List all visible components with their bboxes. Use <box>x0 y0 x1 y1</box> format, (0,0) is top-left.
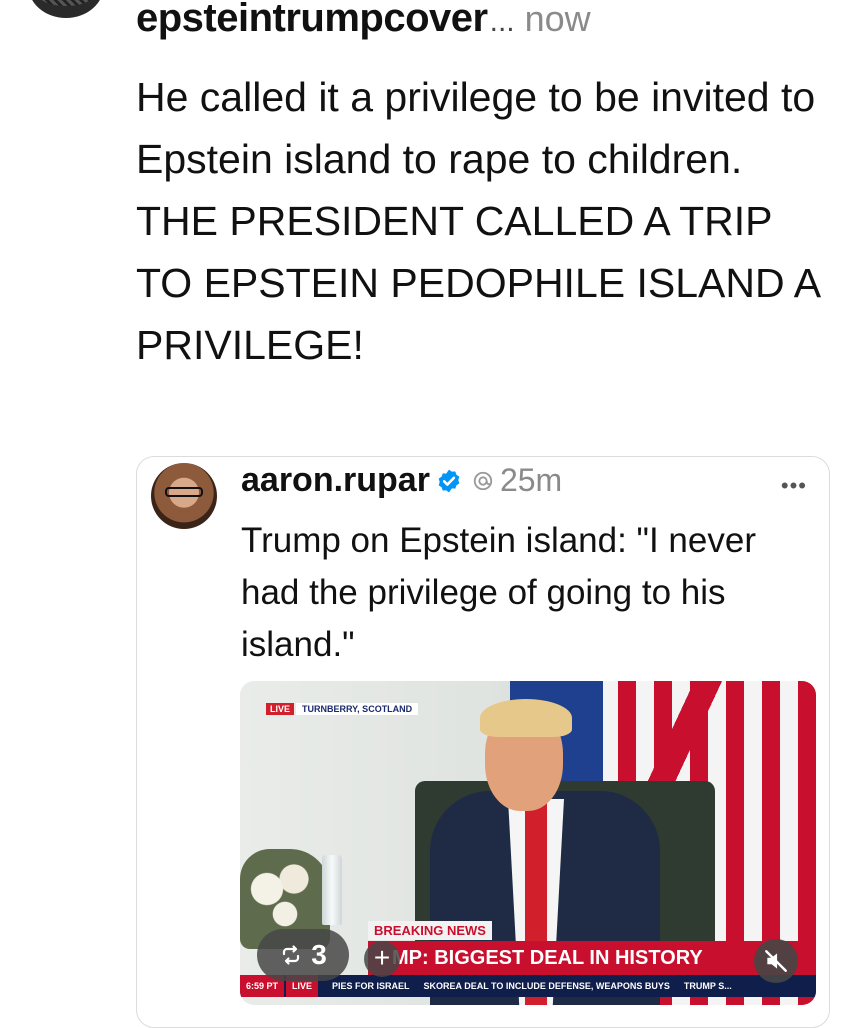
headline-text: MP: BIGGEST DEAL IN HISTORY <box>392 946 703 969</box>
threads-icon <box>473 471 493 490</box>
post-paragraph-2: THE PRESIDENT CALLED A TRIP TO EPSTEIN P… <box>136 198 819 368</box>
mute-button[interactable] <box>754 939 798 983</box>
location-label: TURNBERRY, SCOTLAND <box>296 703 419 715</box>
video-player[interactable]: LIVE TURNBERRY, SCOTLAND BREAKING NEWS M… <box>240 681 816 1005</box>
quoted-post-card[interactable]: aaron.rupar 25m ••• Trump on Epstein isl… <box>136 456 830 1028</box>
quoted-timestamp: 25m <box>499 462 563 498</box>
username-truncation: ... <box>489 5 515 38</box>
live-location-tag: LIVE TURNBERRY, SCOTLAND <box>266 703 419 715</box>
ticker-item: SKOREA DEAL TO INCLUDE DEFENSE, WEAPONS … <box>423 981 670 991</box>
post-text: He called it a privilege to be invited t… <box>136 66 836 376</box>
avatar-glasses <box>165 487 203 497</box>
quoted-post-header: aaron.rupar 25m <box>241 461 562 500</box>
post-timestamp: now <box>524 0 591 39</box>
repost-button[interactable]: 3 <box>257 929 349 981</box>
ticker-item: PIES FOR ISRAEL <box>332 981 410 991</box>
verified-icon <box>438 469 460 492</box>
headline-bar: MP: BIGGEST DEAL IN HISTORY <box>368 941 816 975</box>
post-paragraph-1: He called it a privilege to be invited t… <box>136 74 816 182</box>
quoted-username[interactable]: aaron.rupar <box>241 461 430 500</box>
quoted-post-text: Trump on Epstein island: "I never had th… <box>241 521 756 664</box>
speaker-muted-icon <box>765 950 787 972</box>
post-header: epsteintrumpcover ... now <box>136 0 591 44</box>
breaking-news-label: BREAKING NEWS <box>368 921 492 940</box>
author-avatar[interactable] <box>28 0 104 18</box>
post-username[interactable]: epsteintrumpcover <box>136 0 488 41</box>
plus-button[interactable]: + <box>364 941 400 977</box>
ticker-item: TRUMP S... <box>683 981 732 991</box>
more-icon[interactable]: ••• <box>781 473 807 499</box>
repost-icon <box>283 945 300 965</box>
quoted-author-avatar[interactable] <box>151 463 217 529</box>
person-hair <box>480 699 572 737</box>
water-bottle <box>322 855 342 925</box>
repost-count: 3 <box>311 939 327 970</box>
live-badge: LIVE <box>266 703 295 715</box>
